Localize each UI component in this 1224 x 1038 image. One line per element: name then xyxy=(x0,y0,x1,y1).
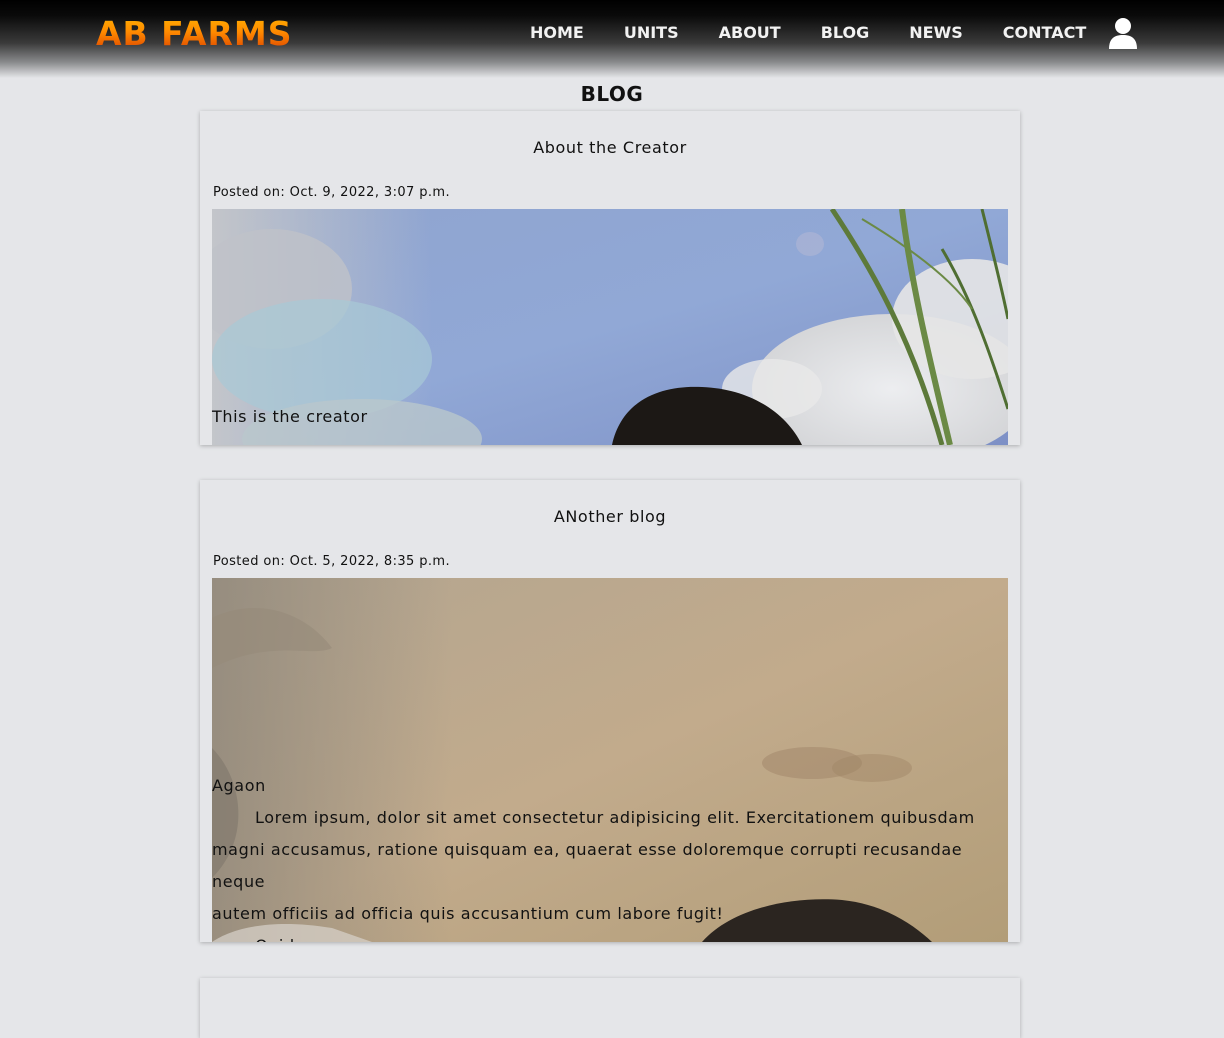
blog-post-card[interactable]: ANother blog Posted on: Oct. 5, 2022, 8:… xyxy=(200,480,1020,942)
post-date: Posted on: Oct. 5, 2022, 8:35 p.m. xyxy=(213,554,451,569)
excerpt-more: Quidem ... xyxy=(212,930,1002,942)
blog-post-card[interactable]: About the Creator Posted on: Oct. 9, 202… xyxy=(200,111,1020,445)
site-header: AB FARMS HOME UNITS ABOUT BLOG NEWS CONT… xyxy=(0,0,1224,78)
post-title[interactable]: ANother blog xyxy=(200,507,1020,527)
main-nav: HOME UNITS ABOUT BLOG NEWS CONTACT xyxy=(510,22,1106,44)
post-title[interactable]: About the Creator xyxy=(200,138,1020,158)
nav-news-link[interactable]: NEWS xyxy=(889,22,983,44)
nav-units-link[interactable]: UNITS xyxy=(604,22,699,44)
page-title: BLOG xyxy=(580,82,644,106)
blog-post-card[interactable] xyxy=(200,978,1020,1038)
excerpt-heading: Agaon xyxy=(212,776,266,795)
post-date: Posted on: Oct. 9, 2022, 3:07 p.m. xyxy=(213,185,451,200)
excerpt-line: Lorem ipsum, dolor sit amet consectetur … xyxy=(255,808,975,827)
nav-about-link[interactable]: ABOUT xyxy=(699,22,801,44)
nav-contact-link[interactable]: CONTACT xyxy=(983,22,1106,44)
post-excerpt: Agaon Lorem ipsum, dolor sit amet consec… xyxy=(212,770,1002,942)
nav-home-link[interactable]: HOME xyxy=(510,22,604,44)
user-icon[interactable] xyxy=(1108,17,1138,49)
excerpt-line: autem officiis ad officia quis accusanti… xyxy=(212,904,724,923)
post-excerpt: This is the creator xyxy=(212,407,368,426)
site-logo[interactable]: AB FARMS xyxy=(96,14,293,54)
nav-blog-link[interactable]: BLOG xyxy=(801,22,890,44)
excerpt-line: magni accusamus, ratione quisquam ea, qu… xyxy=(212,840,963,891)
